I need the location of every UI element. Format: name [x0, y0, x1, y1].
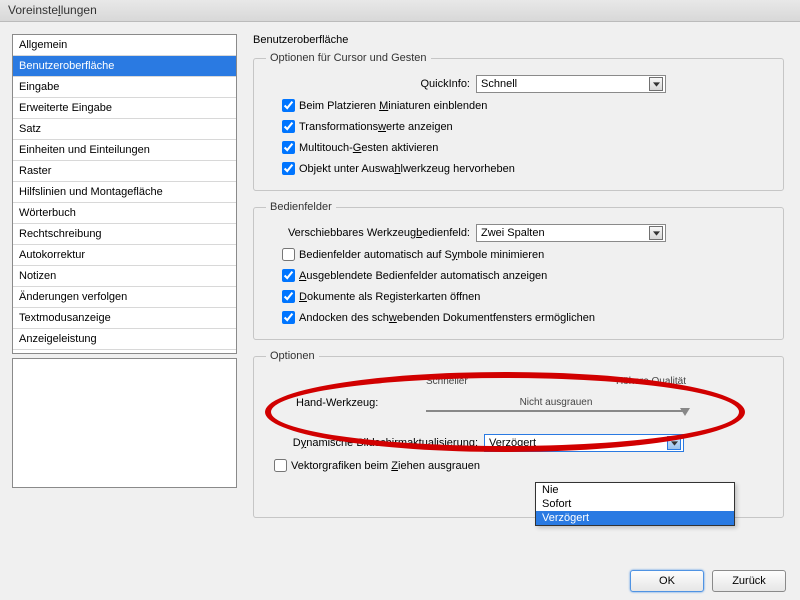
chk-showhidden-box[interactable]	[282, 269, 295, 282]
sidebar-item[interactable]: Autokorrektur	[13, 245, 236, 266]
quickinfo-value: Schnell	[481, 78, 517, 90]
toolpanel-label: Verschiebbares Werkzeugbedienfeld:	[266, 227, 476, 239]
slider-label-quality: Höhere Qualität	[616, 376, 686, 387]
dyn-value: Verzögert	[489, 437, 536, 449]
sidebar-item[interactable]: Schwarzdarstellung	[13, 350, 236, 354]
chk-dock-box[interactable]	[282, 311, 295, 324]
chk-multitouch-box[interactable]	[282, 141, 295, 154]
sidebar-item[interactable]: Änderungen verfolgen	[13, 287, 236, 308]
group-cursor-gestures: Optionen für Cursor und Gesten QuickInfo…	[253, 52, 784, 191]
sidebar-item[interactable]: Anzeigeleistung	[13, 329, 236, 350]
chk-vector-box[interactable]	[274, 459, 287, 472]
chk-dock[interactable]: Andocken des schwebenden Dokumentfenster…	[278, 308, 771, 327]
chk-showhidden[interactable]: Ausgeblendete Bedienfelder automatisch a…	[278, 266, 771, 285]
dyn-option[interactable]: Sofort	[536, 497, 734, 511]
chk-minimize-box[interactable]	[282, 248, 295, 261]
chk-transform[interactable]: Transformationswerte anzeigen	[278, 117, 771, 136]
slider-label-faster: Schneller	[426, 376, 468, 387]
chk-transform-box[interactable]	[282, 120, 295, 133]
quickinfo-label: QuickInfo:	[266, 78, 476, 90]
category-list[interactable]: AllgemeinBenutzeroberflächeEingabeErweit…	[12, 34, 237, 354]
sidebar: AllgemeinBenutzeroberflächeEingabeErweit…	[0, 22, 245, 562]
sidebar-item[interactable]: Erweiterte Eingabe	[13, 98, 236, 119]
chk-miniaturen[interactable]: Beim Platzieren Miniaturen einblenden	[278, 96, 771, 115]
chk-multitouch[interactable]: Multitouch-Gesten aktivieren	[278, 138, 771, 157]
chk-miniaturen-box[interactable]	[282, 99, 295, 112]
quickinfo-dropdown[interactable]: Schnell	[476, 75, 666, 93]
dialog-footer: OK Zurück	[630, 570, 786, 592]
page-title: Benutzeroberfläche	[253, 34, 784, 46]
chk-tabs[interactable]: Dokumente als Registerkarten öffnen	[278, 287, 771, 306]
dyn-option[interactable]: Verzögert	[536, 511, 734, 525]
chevron-down-icon	[649, 77, 663, 91]
sidebar-item[interactable]: Notizen	[13, 266, 236, 287]
chk-hover-box[interactable]	[282, 162, 295, 175]
hand-tool-label: Hand-Werkzeug:	[296, 397, 378, 409]
toolpanel-value: Zwei Spalten	[481, 227, 545, 239]
sidebar-item[interactable]: Hilfslinien und Montagefläche	[13, 182, 236, 203]
chevron-down-icon	[649, 226, 663, 240]
sidebar-item[interactable]: Textmodusanzeige	[13, 308, 236, 329]
chevron-down-icon	[667, 436, 681, 450]
sidebar-item[interactable]: Eingabe	[13, 77, 236, 98]
sidebar-item[interactable]: Satz	[13, 119, 236, 140]
chk-vector[interactable]: Vektorgrafiken beim Ziehen ausgrauen	[270, 456, 771, 475]
sidebar-item[interactable]: Raster	[13, 161, 236, 182]
chk-tabs-box[interactable]	[282, 290, 295, 303]
window-titlebar: Voreinstellungen	[0, 0, 800, 22]
sidebar-item[interactable]: Wörterbuch	[13, 203, 236, 224]
group-cursor-legend: Optionen für Cursor und Gesten	[266, 52, 431, 64]
slider-thumb-icon[interactable]	[680, 408, 690, 416]
dyn-dropdown-list[interactable]: NieSofortVerzögert	[535, 482, 735, 526]
slider-label-nogrey: Nicht ausgrauen	[520, 397, 593, 408]
content-panel: Benutzeroberfläche Optionen für Cursor u…	[245, 22, 800, 562]
back-button[interactable]: Zurück	[712, 570, 786, 592]
group-panels-legend: Bedienfelder	[266, 201, 336, 213]
group-options-legend: Optionen	[266, 350, 319, 362]
dyn-option[interactable]: Nie	[536, 483, 734, 497]
chk-hover[interactable]: Objekt unter Auswahlwerkzeug hervorheben	[278, 159, 771, 178]
group-panels: Bedienfelder Verschiebbares Werkzeugbedi…	[253, 201, 784, 340]
sidebar-item[interactable]: Allgemein	[13, 35, 236, 56]
toolpanel-dropdown[interactable]: Zwei Spalten	[476, 224, 666, 242]
ok-button[interactable]: OK	[630, 570, 704, 592]
dyn-dropdown[interactable]: Verzögert	[484, 434, 684, 452]
sidebar-item[interactable]: Einheiten und Einteilungen	[13, 140, 236, 161]
chk-minimize[interactable]: Bedienfelder automatisch auf Symbole min…	[278, 245, 771, 264]
hand-tool-slider-area: Schneller Höhere Qualität Hand-Werkzeug:…	[416, 376, 696, 412]
window-title: Voreinstellungen	[8, 3, 97, 17]
dyn-label: Dynamische Bildschirmaktualisierung:	[266, 437, 484, 449]
sidebar-item[interactable]: Benutzeroberfläche	[13, 56, 236, 77]
hand-tool-slider[interactable]	[426, 410, 686, 412]
main-area: AllgemeinBenutzeroberflächeEingabeErweit…	[0, 22, 800, 562]
sidebar-item[interactable]: Rechtschreibung	[13, 224, 236, 245]
preview-box	[12, 358, 237, 488]
